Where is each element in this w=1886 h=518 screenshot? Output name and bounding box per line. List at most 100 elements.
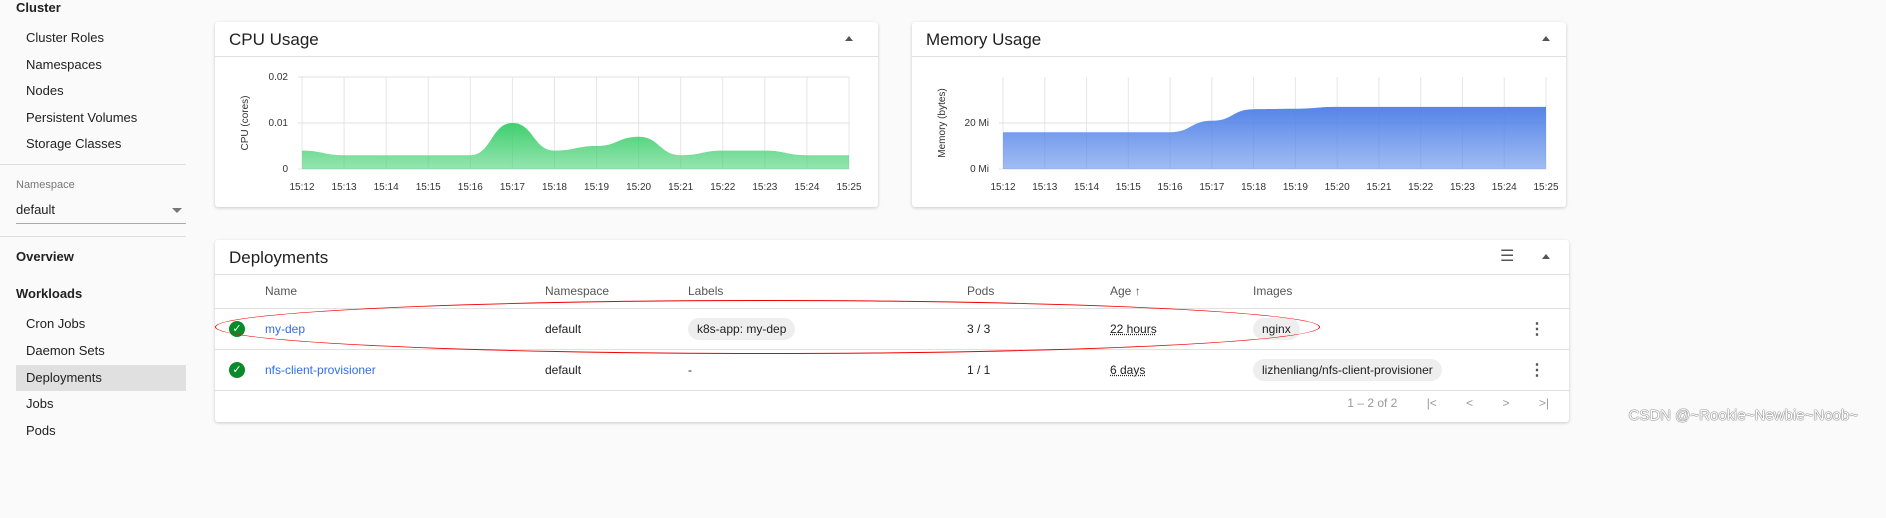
sidebar-item-namespaces[interactable]: Namespaces xyxy=(16,52,186,78)
x-tick-label: 15:13 xyxy=(1032,182,1057,193)
collapse-icon[interactable] xyxy=(1542,254,1550,259)
sidebar-item-daemon-sets[interactable]: Daemon Sets xyxy=(16,338,186,364)
first-page-icon[interactable]: |< xyxy=(1427,396,1437,410)
x-tick-label: 15:22 xyxy=(1408,182,1433,193)
sidebar: Cluster Cluster Roles Namespaces Nodes P… xyxy=(0,0,200,518)
sidebar-item-jobs[interactable]: Jobs xyxy=(16,391,186,417)
namespace-cell: default xyxy=(545,349,688,391)
x-tick-label: 15:12 xyxy=(289,182,314,193)
x-tick-label: 15:14 xyxy=(1074,182,1099,193)
deployment-link[interactable]: my-dep xyxy=(265,322,305,336)
sidebar-item-cron-jobs[interactable]: Cron Jobs xyxy=(16,311,186,337)
memory-card-title: Memory Usage xyxy=(926,30,1042,49)
filter-icon[interactable]: ☰ xyxy=(1500,246,1514,266)
x-tick-label: 15:24 xyxy=(1492,182,1517,193)
y-tick-label: 0.02 xyxy=(269,72,289,83)
x-tick-label: 15:20 xyxy=(1325,182,1350,193)
x-tick-label: 15:23 xyxy=(752,182,777,193)
x-tick-label: 15:25 xyxy=(836,182,861,193)
deployments-table: Name Namespace Labels Pods Age ↑ Images … xyxy=(215,275,1569,391)
sidebar-item-cluster-roles[interactable]: Cluster Roles xyxy=(16,25,186,51)
x-tick-label: 15:15 xyxy=(416,182,441,193)
x-tick-label: 15:18 xyxy=(542,182,567,193)
sidebar-item-nodes[interactable]: Nodes xyxy=(16,78,186,104)
x-tick-label: 15:12 xyxy=(990,182,1015,193)
namespace-cell: default xyxy=(545,308,688,350)
range-label: 1 – 2 of 2 xyxy=(1347,396,1398,410)
sidebar-item-storage-classes[interactable]: Storage Classes xyxy=(16,131,186,157)
y-tick-label: 20 Mi xyxy=(965,118,989,129)
pods-cell: 1 / 1 xyxy=(967,349,1110,391)
deployments-title: Deployments xyxy=(229,248,329,267)
y-axis-label: Memory (bytes) xyxy=(937,88,948,157)
col-labels: Labels xyxy=(688,275,967,309)
x-tick-label: 15:21 xyxy=(668,182,693,193)
paginator: 1 – 2 of 2 |< < > >| xyxy=(1321,396,1549,410)
col-pods: Pods xyxy=(967,275,1110,309)
x-tick-label: 15:15 xyxy=(1116,182,1141,193)
more-vert-icon[interactable]: ⋮ xyxy=(1529,321,1545,338)
x-tick-label: 15:17 xyxy=(500,182,525,193)
x-tick-label: 15:17 xyxy=(1199,182,1224,193)
cluster-header: Cluster xyxy=(16,0,61,15)
y-tick-label: 0 Mi xyxy=(970,164,989,175)
sidebar-item-overview[interactable]: Overview xyxy=(0,249,74,264)
age-cell: 22 hours xyxy=(1110,321,1157,336)
x-tick-label: 15:24 xyxy=(794,182,819,193)
x-tick-label: 15:16 xyxy=(458,182,483,193)
divider xyxy=(0,164,186,165)
check-circle-icon: ✓ xyxy=(229,361,245,378)
sidebar-item-deployments[interactable]: Deployments xyxy=(16,365,186,391)
sidebar-item-pods[interactable]: Pods xyxy=(16,418,186,444)
col-age[interactable]: Age ↑ xyxy=(1110,275,1253,309)
labels-cell: - xyxy=(688,349,967,391)
image-chip: lizhenliang/nfs-client-provisioner xyxy=(1253,358,1442,381)
more-vert-icon[interactable]: ⋮ xyxy=(1529,362,1545,379)
cpu-chart: 15:12 15:13 15:14 15:15 15:16 15:17 15:18 15:19… xyxy=(240,72,862,193)
label-chip: k8s-app: my-dep xyxy=(688,317,796,340)
caret-down-icon xyxy=(172,208,182,213)
memory-usage-card: Memory Usage 15:12 15:13 15:14 15:15 15:16 15… xyxy=(912,22,1566,207)
x-tick-label: 15:23 xyxy=(1450,182,1475,193)
x-tick-label: 15:19 xyxy=(1283,182,1308,193)
x-tick-label: 15:21 xyxy=(1366,182,1391,193)
divider xyxy=(0,236,186,237)
namespace-select[interactable]: default xyxy=(16,202,186,224)
age-cell: 6 days xyxy=(1110,362,1146,377)
table-row: ✓ my-dep default k8s-app: my-dep 3 / 3 2… xyxy=(215,308,1569,350)
cpu-usage-card: CPU Usage 15:12 15:13 15:14 15:15 15:16 15:17… xyxy=(215,22,878,207)
x-tick-label: 15:18 xyxy=(1241,182,1266,193)
check-circle-icon: ✓ xyxy=(229,320,245,337)
next-page-icon[interactable]: > xyxy=(1503,396,1510,410)
namespace-value: default xyxy=(16,202,56,217)
deployment-link[interactable]: nfs-client-provisioner xyxy=(265,363,376,377)
image-chip: nginx xyxy=(1253,317,1300,340)
pods-cell: 3 / 3 xyxy=(967,308,1110,350)
collapse-icon[interactable] xyxy=(845,36,853,41)
x-tick-label: 15:25 xyxy=(1533,182,1558,193)
table-row: ✓ nfs-client-provisioner default - 1 / 1… xyxy=(215,349,1569,391)
x-tick-label: 15:14 xyxy=(374,182,399,193)
y-tick-label: 0 xyxy=(282,164,288,175)
last-page-icon[interactable]: >| xyxy=(1539,396,1549,410)
prev-page-icon[interactable]: < xyxy=(1466,396,1473,410)
area-series xyxy=(302,123,849,169)
sidebar-item-persistent-volumes[interactable]: Persistent Volumes xyxy=(16,105,186,131)
x-tick-label: 15:19 xyxy=(584,182,609,193)
deployments-card: Deployments ☰ Name Namespace Labels Pods… xyxy=(215,240,1569,422)
sort-arrow-up-icon: ↑ xyxy=(1134,284,1141,299)
y-tick-label: 0.01 xyxy=(269,118,289,129)
x-tick-label: 15:20 xyxy=(626,182,651,193)
x-tick-label: 15:13 xyxy=(332,182,357,193)
col-name[interactable]: Name xyxy=(265,275,545,309)
area-series xyxy=(1003,106,1546,169)
cpu-card-title: CPU Usage xyxy=(229,30,319,49)
workloads-header[interactable]: Workloads xyxy=(0,286,82,301)
x-tick-label: 15:22 xyxy=(710,182,735,193)
x-tick-label: 15:16 xyxy=(1158,182,1183,193)
col-images: Images xyxy=(1253,275,1529,309)
memory-chart: 15:12 15:13 15:14 15:15 15:16 15:17 15:18 15:19… xyxy=(937,77,1559,193)
namespace-label: Namespace xyxy=(16,179,75,191)
collapse-icon[interactable] xyxy=(1542,36,1550,41)
col-namespace[interactable]: Namespace xyxy=(545,275,688,309)
